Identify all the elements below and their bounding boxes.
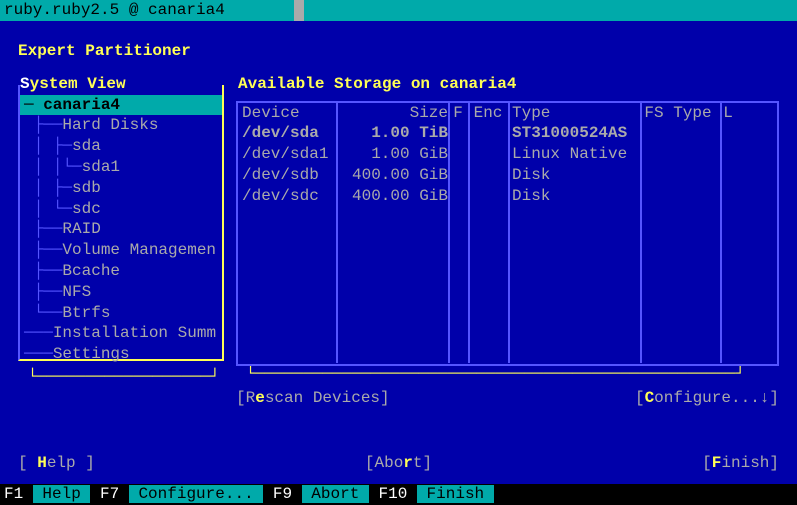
abort-button[interactable]: [Abort] xyxy=(365,453,432,474)
tree-item-bcache[interactable]: ├──Bcache xyxy=(20,261,222,282)
tree-item-sdb[interactable]: │ ├─sdb xyxy=(20,178,222,199)
tree-item-nfs[interactable]: ├──NFS xyxy=(20,282,222,303)
tree-item-sdc[interactable]: │ └─sdc xyxy=(20,199,222,220)
col-size[interactable]: Size xyxy=(338,103,448,124)
f9-key[interactable]: F9 xyxy=(273,485,292,503)
tree-item-selected[interactable]: ─ canaria4 xyxy=(20,95,222,116)
tree-item-btrfs[interactable]: └──Btrfs xyxy=(20,303,222,324)
function-bar: F1 Help F7 Configure... F9 Abort F10 Fin… xyxy=(0,484,797,505)
tree-title: System View xyxy=(18,74,224,95)
finish-button[interactable]: [Finish] xyxy=(702,453,779,474)
help-button[interactable]: [ Help ] xyxy=(18,453,95,474)
col-fs[interactable]: FS Type xyxy=(638,103,718,124)
column-divider xyxy=(448,103,450,363)
titlebar-text: ruby.ruby2.5 @ canaria4 xyxy=(4,1,225,19)
f1-key[interactable]: F1 xyxy=(4,485,23,503)
configure-button[interactable]: [Configure...↓] xyxy=(635,388,779,409)
f9-label[interactable]: Abort xyxy=(302,485,369,503)
tree-title-hotkey: S xyxy=(20,75,30,93)
tree-item-install-summ[interactable]: ───Installation Summ xyxy=(20,323,222,344)
cursor-icon xyxy=(294,0,304,21)
tree-panel: System View ─ canaria4 ├──Hard Disks │ ├… xyxy=(18,74,224,409)
tree-item-volume[interactable]: ├──Volume Managemen xyxy=(20,240,222,261)
f1-label[interactable]: Help xyxy=(33,485,91,503)
col-f[interactable]: F xyxy=(448,103,468,124)
column-divider xyxy=(640,103,642,363)
f7-key[interactable]: F7 xyxy=(100,485,119,503)
tree-item-raid[interactable]: ├──RAID xyxy=(20,219,222,240)
tree-box[interactable]: ─ canaria4 ├──Hard Disks │ ├─sda │ │└─sd… xyxy=(18,85,224,361)
tree-item-settings[interactable]: ───Settings xyxy=(20,344,222,365)
action-row: [Rescan Devices] [Configure...↓] xyxy=(236,388,779,409)
tree-item-hard-disks[interactable]: ├──Hard Disks xyxy=(20,115,222,136)
storage-title: Available Storage on canaria4 xyxy=(236,74,779,95)
rescan-button[interactable]: [Rescan Devices] xyxy=(236,388,390,409)
column-divider xyxy=(720,103,722,363)
panel-container: System View ─ canaria4 ├──Hard Disks │ ├… xyxy=(18,74,779,409)
col-enc[interactable]: Enc xyxy=(468,103,508,124)
column-divider xyxy=(336,103,338,363)
f7-label[interactable]: Configure... xyxy=(129,485,263,503)
bottom-buttons: [ Help ] [Abort] [Finish] xyxy=(18,453,779,474)
page-title: Expert Partitioner xyxy=(18,41,779,62)
main-panel: Expert Partitioner System View ─ canaria… xyxy=(0,21,797,484)
tree-hscroll[interactable]: └──────────────────┘ xyxy=(18,367,224,388)
titlebar: ruby.ruby2.5 @ canaria4 xyxy=(0,0,797,21)
tree-item-sda1[interactable]: │ │└─sda1 xyxy=(20,157,222,178)
f10-key[interactable]: F10 xyxy=(379,485,408,503)
column-divider xyxy=(468,103,470,363)
col-device[interactable]: Device xyxy=(238,103,338,124)
storage-panel: Available Storage on canaria4 Device Siz… xyxy=(236,74,779,409)
column-divider xyxy=(508,103,510,363)
storage-table[interactable]: Device Size F Enc Type FS Type L /dev/sd… xyxy=(236,101,779,366)
table-hscroll[interactable]: └───────────────────────────────────────… xyxy=(236,364,779,385)
col-type[interactable]: Type xyxy=(508,103,638,124)
f10-label[interactable]: Finish xyxy=(417,485,494,503)
tree-item-sda[interactable]: │ ├─sda xyxy=(20,136,222,157)
tree-title-rest: ystem View xyxy=(30,75,126,93)
